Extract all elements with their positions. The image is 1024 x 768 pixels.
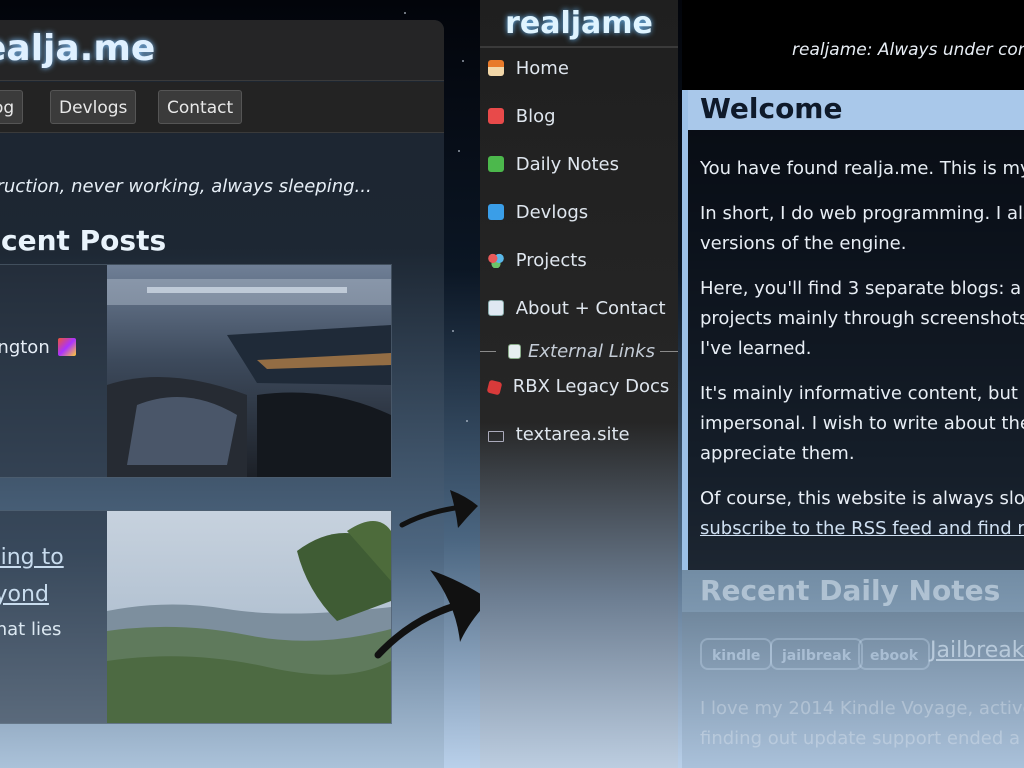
sidebar-item-label: Daily Notes (515, 154, 619, 175)
post-title[interactable]: nington (0, 337, 76, 358)
daily-note-excerpt: I love my 2014 Kindle Voyage, actively (700, 698, 1024, 719)
left-header: ealja.me (0, 20, 444, 81)
sidebar-item-projects[interactable]: Projects (488, 247, 587, 275)
star (462, 60, 464, 62)
sunset-emoji-icon (57, 338, 76, 356)
welcome-text: Of course, this website is always slowl (700, 488, 1024, 509)
post-thumbnail-car-interior[interactable] (107, 265, 391, 477)
sidebar-item-label: Home (515, 58, 569, 79)
welcome-text: appreciate them. (700, 443, 855, 464)
sidebar-site-title[interactable]: realjame (480, 0, 678, 48)
roblox-icon (486, 379, 503, 396)
rss-icon (488, 204, 504, 220)
post-card[interactable]: nington (0, 264, 392, 478)
post-thumbnail-mountain-view[interactable] (107, 511, 391, 723)
tag-ebook[interactable]: ebook (858, 638, 931, 670)
post-card[interactable]: aling to eyond what lies ? (0, 510, 392, 724)
post-summary: what lies (0, 619, 62, 640)
welcome-text: projects mainly through screenshots, a (700, 308, 1024, 329)
welcome-text: I've learned. (700, 338, 812, 359)
sidebar-item-label: RBX Legacy Docs (512, 376, 670, 397)
screenshot-stage: ealja.me og Devlogs Contact struction, n… (0, 0, 1024, 768)
home-icon (488, 60, 504, 76)
rss-icon (488, 156, 504, 172)
welcome-header: Welcome (688, 90, 1024, 130)
post-title-link[interactable]: eyond (0, 582, 49, 607)
sidebar-item-label: About + Contact (515, 298, 666, 319)
recent-daily-notes-header: Recent Daily Notes (682, 570, 1024, 612)
contact-card-icon (488, 300, 504, 316)
right-page-panel: realjame: Always under con Welcome You h… (682, 0, 1024, 768)
site-title[interactable]: ealja.me (0, 28, 155, 69)
welcome-text: Here, you'll find 3 separate blogs: a st… (700, 278, 1024, 299)
tag-kindle[interactable]: kindle (700, 638, 773, 670)
star (466, 420, 468, 422)
welcome-text: You have found realja.me. This is my w (700, 158, 1024, 179)
sidebar-item-devlogs[interactable]: Devlogs (488, 199, 588, 227)
star (458, 150, 460, 152)
daily-note-title-link[interactable]: Jailbreaki (930, 638, 1024, 663)
welcome-title: Welcome (700, 92, 843, 125)
sidebar-item-about-contact[interactable]: About + Contact (488, 295, 666, 323)
welcome-text: versions of the engine. (700, 233, 907, 254)
sidebar-item-label: Projects (515, 250, 587, 271)
divider-line (660, 351, 678, 352)
external-links-divider: External Links (480, 338, 678, 366)
document-icon (508, 344, 521, 359)
sidebar-item-rbx-legacy-docs[interactable]: RBX Legacy Docs (486, 373, 670, 401)
welcome-section: Welcome You have found realja.me. This i… (682, 90, 1024, 570)
tag-jailbreak[interactable]: jailbreak (770, 638, 864, 670)
star (452, 330, 454, 332)
site-motto: realjame: Always under con (792, 40, 1024, 60)
nav-blog-button[interactable]: og (0, 90, 24, 124)
nav-devlogs-button[interactable]: Devlogs (50, 90, 137, 124)
rss-subscribe-link[interactable]: subscribe to the RSS feed and find me (700, 518, 1024, 539)
welcome-text: In short, I do web programming. I also (700, 203, 1024, 224)
daily-note-excerpt: finding out update support ended a w (700, 728, 1024, 749)
welcome-text: It's mainly informative content, but ho (700, 383, 1024, 404)
recent-posts-heading: ecent Posts (0, 224, 167, 257)
sidebar-item-label: Blog (515, 106, 556, 127)
rss-icon (488, 108, 504, 124)
site-motto: struction, never working, always sleepin… (0, 176, 372, 197)
star (404, 12, 406, 14)
sidebar-item-label: textarea.site (515, 424, 630, 445)
external-links-label: External Links (508, 338, 655, 366)
divider-line (480, 351, 496, 352)
post-title-link[interactable]: aling to (0, 545, 64, 570)
recent-daily-notes-title: Recent Daily Notes (700, 574, 1001, 607)
sidebar: realjame Home Blog Daily Notes Devlogs P… (480, 0, 678, 768)
nav-contact-button[interactable]: Contact (158, 90, 243, 124)
top-nav: og Devlogs Contact (0, 82, 444, 133)
sidebar-item-blog[interactable]: Blog (488, 103, 556, 131)
post-title-text: nington (0, 337, 50, 358)
welcome-text: impersonal. I wish to write about the t (700, 413, 1024, 434)
sidebar-item-daily-notes[interactable]: Daily Notes (488, 151, 619, 179)
welcome-text-fragment: Here, you'll find 3 separate blogs: a (700, 278, 1024, 299)
text-cursor-icon (488, 431, 504, 442)
external-links-text: External Links (528, 341, 655, 362)
sidebar-item-textarea-site[interactable]: textarea.site (488, 421, 630, 449)
sidebar-item-home[interactable]: Home (488, 55, 569, 83)
sidebar-item-label: Devlogs (515, 202, 589, 223)
projects-icon (488, 252, 504, 268)
